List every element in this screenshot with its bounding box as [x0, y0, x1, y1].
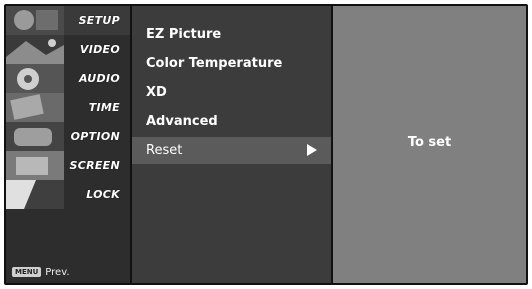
time-thumbnail-icon — [6, 93, 64, 122]
menu-item-option[interactable]: OPTION — [6, 122, 130, 151]
submenu-item-label: Advanced — [146, 114, 218, 129]
menu-item-label: VIDEO — [79, 43, 120, 56]
submenu-item-label: XD — [146, 85, 167, 100]
menu-item-label: TIME — [88, 101, 120, 114]
menu-item-label: SCREEN — [69, 159, 120, 172]
menu-item-audio[interactable]: AUDIO — [6, 64, 130, 93]
prev-label: Prev. — [45, 266, 70, 278]
submenu-item-color-temperature[interactable]: Color Temperature — [132, 50, 331, 77]
menu-item-label: LOCK — [86, 188, 120, 201]
prev-hint: MENU Prev. — [6, 261, 130, 283]
menu-item-label: SETUP — [78, 14, 120, 27]
submenu-item-reset[interactable]: Reset — [132, 137, 331, 164]
menu-key-icon: MENU — [12, 267, 42, 277]
setup-thumbnail-icon — [6, 6, 64, 35]
video-thumbnail-icon — [6, 35, 64, 64]
menu-item-lock[interactable]: LOCK — [6, 180, 130, 209]
info-text: To set — [407, 135, 452, 150]
menu-item-screen[interactable]: SCREEN — [6, 151, 130, 180]
submenu: EZ Picture Color Temperature XD Advanced… — [132, 6, 331, 283]
submenu-item-ez-picture[interactable]: EZ Picture — [132, 21, 331, 48]
option-thumbnail-icon — [6, 122, 64, 151]
submenu-item-advanced[interactable]: Advanced — [132, 108, 331, 135]
menu-item-label: OPTION — [70, 130, 120, 143]
screen-thumbnail-icon — [6, 151, 64, 180]
audio-thumbnail-icon — [6, 64, 64, 93]
submenu-item-xd[interactable]: XD — [132, 79, 331, 106]
main-menu: SETUP VIDEO AUDIO TIME OPTION SCREEN LOC… — [6, 6, 130, 283]
info-panel: To set — [333, 6, 526, 283]
menu-item-video[interactable]: VIDEO — [6, 35, 130, 64]
submenu-item-label: EZ Picture — [146, 27, 222, 42]
menu-item-setup[interactable]: SETUP — [6, 6, 130, 35]
lock-thumbnail-icon — [6, 180, 64, 209]
submenu-item-label: Reset — [146, 143, 183, 158]
menu-item-label: AUDIO — [78, 72, 120, 85]
arrow-right-icon — [307, 144, 317, 156]
submenu-item-label: Color Temperature — [146, 56, 283, 71]
menu-item-time[interactable]: TIME — [6, 93, 130, 122]
